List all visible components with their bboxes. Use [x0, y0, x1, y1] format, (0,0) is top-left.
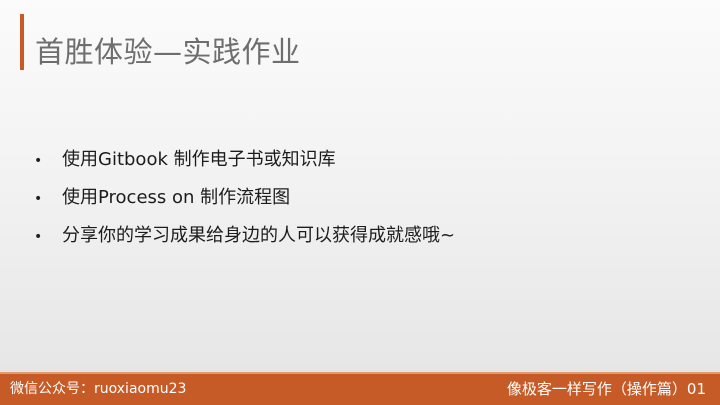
- bullet-dot-icon: •: [34, 153, 43, 169]
- bullet-item: • 使用Process on 制作流程图: [34, 184, 674, 222]
- bullet-item: • 使用Gitbook 制作电子书或知识库: [34, 146, 674, 184]
- bullet-list: • 使用Gitbook 制作电子书或知识库 • 使用Process on 制作流程图…: [34, 146, 674, 260]
- slide-title: 首胜体验—实践作业: [35, 35, 301, 69]
- slide: 首胜体验—实践作业 • 使用Gitbook 制作电子书或知识库 • 使用Proces…: [0, 0, 720, 405]
- footer-course-title: 像极客一样写作（操作篇）01: [506, 380, 706, 398]
- title-accent-bar: [20, 14, 24, 70]
- bullet-text: 使用Gitbook 制作电子书或知识库: [62, 149, 336, 170]
- footer-bar: 微信公众号：ruoxiaomu23 像极客一样写作（操作篇）01: [0, 374, 720, 405]
- bullet-text: 分享你的学习成果给身边的人可以获得成就感哦~: [62, 225, 456, 246]
- bullet-text: 使用Process on 制作流程图: [62, 187, 291, 208]
- footer-wechat-account: 微信公众号：ruoxiaomu23: [10, 381, 187, 397]
- bullet-dot-icon: •: [34, 191, 43, 207]
- bullet-dot-icon: •: [34, 229, 43, 245]
- bullet-item: • 分享你的学习成果给身边的人可以获得成就感哦~: [34, 222, 674, 260]
